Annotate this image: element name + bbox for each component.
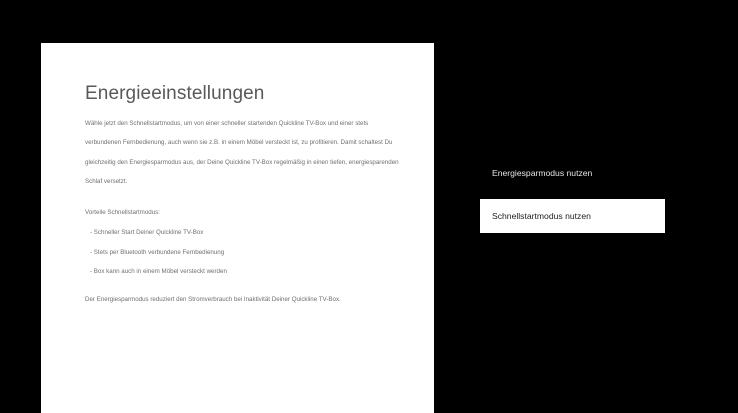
description-text: Wähle jetzt den Schnellstartmodus, um vo… [85, 120, 399, 185]
info-panel: Energieeinstellungen Wähle jetzt den Sch… [41, 43, 434, 413]
option-quick-start[interactable]: Schnellstartmodus nutzen [480, 199, 665, 233]
page-title: Energieeinstellungen [85, 83, 265, 104]
option-label: Schnellstartmodus nutzen [492, 211, 591, 221]
options-menu: Energiesparmodus nutzen Schnellstartmodu… [480, 156, 665, 233]
option-label: Energiesparmodus nutzen [492, 168, 593, 178]
advantage-item: - Box kann auch in einem Möbel versteckt… [90, 268, 227, 275]
footer-text: Der Energiesparmodus reduziert den Strom… [85, 296, 341, 304]
option-energy-saving[interactable]: Energiesparmodus nutzen [480, 156, 665, 190]
advantage-item: - Schneller Start Deiner Quickline TV-Bo… [90, 229, 204, 237]
advantages-title: Vorteile Schnellstartmodus: [85, 209, 160, 217]
advantages-list: - Schneller Start Deiner Quickline TV-Bo… [85, 223, 404, 281]
advantages-section: Vorteile Schnellstartmodus: - Schneller … [85, 204, 404, 281]
advantage-item: - Stets per Bluetooth verbundene Fernbed… [90, 248, 225, 256]
tv-screen: Energieeinstellungen Wähle jetzt den Sch… [0, 0, 738, 413]
